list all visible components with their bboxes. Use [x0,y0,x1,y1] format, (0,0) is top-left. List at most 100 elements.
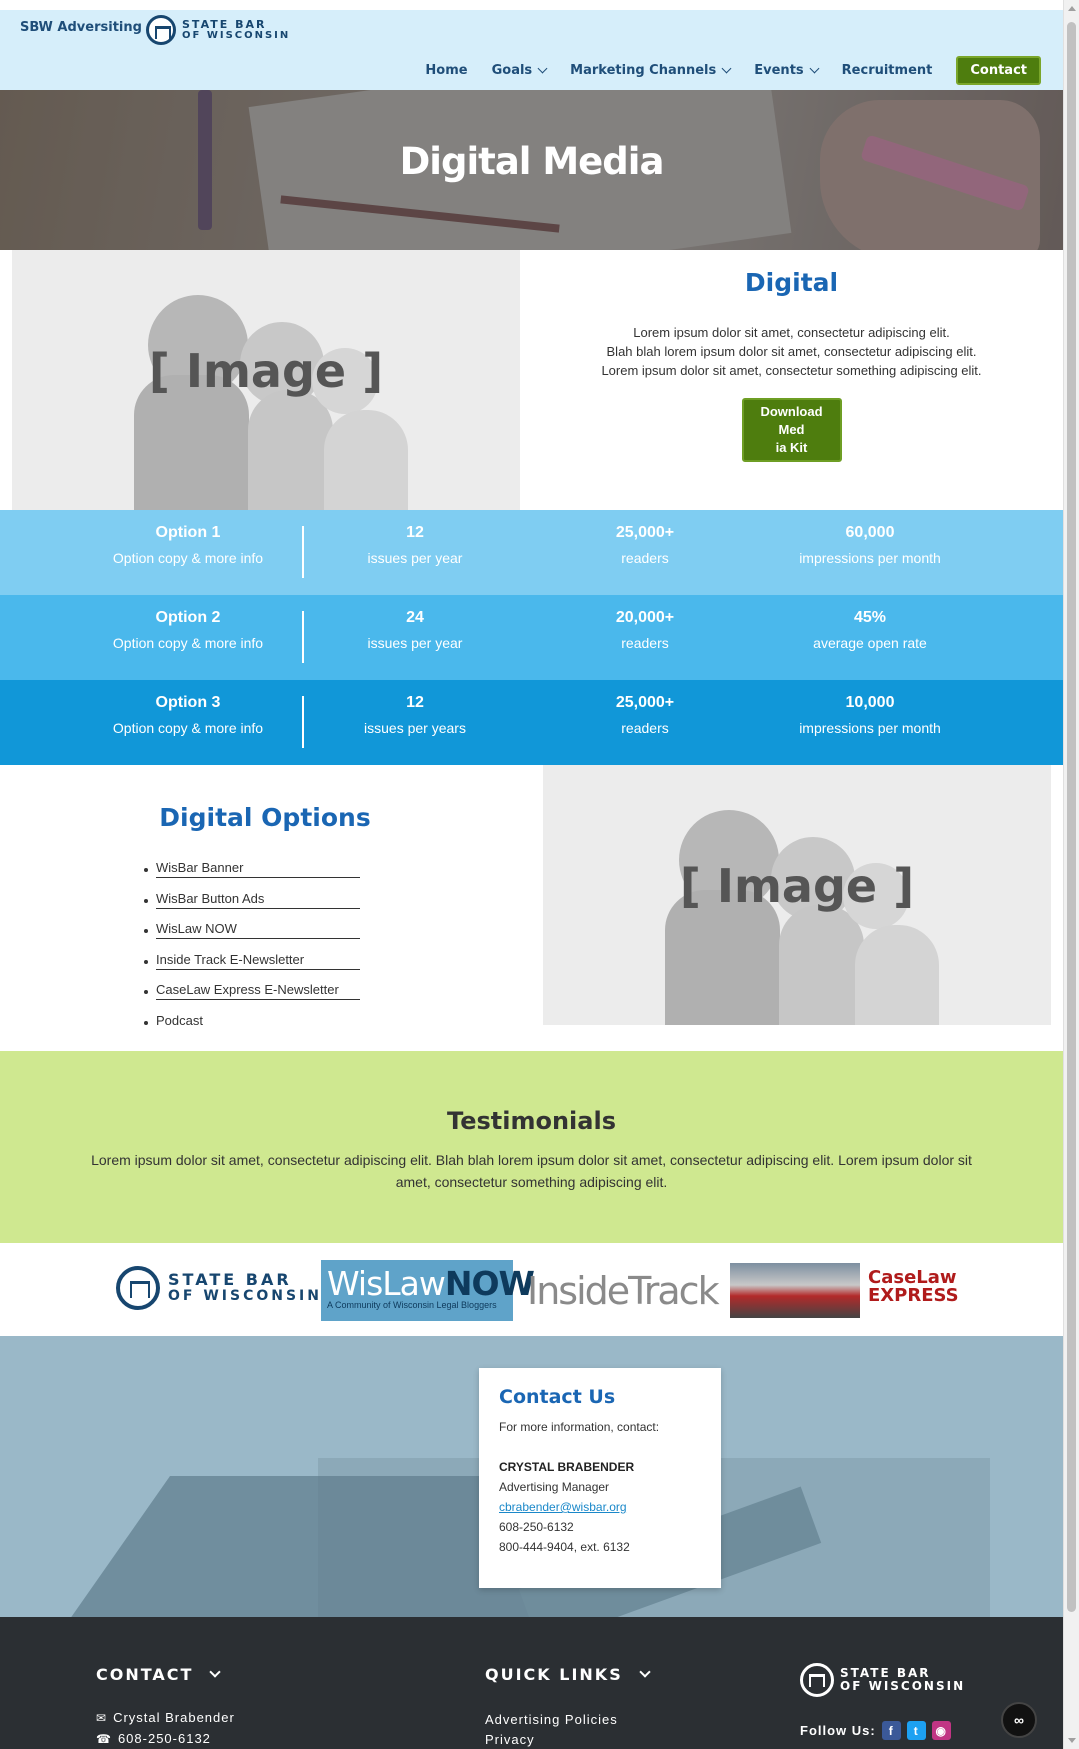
envelope-icon: ✉ [96,1710,108,1725]
wislaw-now-word: NOW [444,1264,535,1303]
stat-value: 25,000+ [615,524,675,541]
stat-value: 20,000+ [615,609,675,626]
stat-label: issues per years [364,720,466,736]
nav-marketing-channels[interactable]: Marketing Channels [570,63,732,78]
stat-value: 25,000+ [615,694,675,711]
stat-value: 10,000 [845,694,895,711]
nav-recruitment-label: Recruitment [841,63,933,78]
chevron-down-icon [639,1666,651,1678]
logo-text: STATE BAR OF WISCONSIN [182,19,290,41]
option-link-caselaw-express[interactable]: CaseLaw Express E-Newsletter [156,982,360,1000]
placeholder-figure [324,410,408,510]
nav-goals[interactable]: Goals [491,63,548,78]
scroll-up-arrow-icon[interactable] [1068,6,1076,11]
logo-caselaw-express[interactable]: CaseLaw EXPRESS [730,1263,959,1318]
stat-label: readers [621,635,669,651]
footer-link-advertising-policies[interactable]: Advertising Policies [485,1712,618,1727]
list-item: Podcast [144,1012,360,1044]
nav-events[interactable]: Events [754,63,820,78]
nav-recruitment[interactable]: Recruitment [842,63,933,78]
digital-section: Digital Lorem ipsum dolor sit amet, cons… [520,250,1063,510]
table-cell: 60,000 impressions per month [765,524,975,566]
brand-link[interactable]: SBW Adversiting [20,20,142,35]
page-title: Digital Media [399,140,665,183]
stat-label: readers [621,720,669,736]
download-button-label: ia Kit [775,440,808,455]
follow-us: Follow Us: f t ◉ [800,1721,951,1740]
download-button-label: Download Med [760,404,823,437]
option-description: Option copy & more info [112,550,264,566]
nav-home-label: Home [425,63,468,78]
testimonials-title: Testimonials [447,1107,616,1135]
stat-label: issues per year [367,550,463,566]
contact-section: Contact Us For more information, contact… [0,1336,1063,1617]
row-divider [302,611,304,663]
download-media-kit-button[interactable]: Download Med ia Kit [741,398,842,462]
scrollbar-thumb[interactable] [1067,22,1076,1612]
image-placeholder-digital: [ Image ] [12,250,520,510]
chat-widget-button[interactable]: ∞ [1001,1702,1037,1738]
stat-label: impressions per month [799,720,941,736]
table-cell: Option 3 Option copy & more info [88,694,288,736]
digital-options-list: WisBar Banner WisBar Button Ads WisLaw N… [144,860,360,1044]
nav-goals-label: Goals [491,63,533,78]
site-logo[interactable]: STATE BAR OF WISCONSIN [146,15,290,45]
footer-contact-toggle[interactable]: CONTACT [96,1665,222,1684]
list-item: WisBar Banner [144,860,360,891]
footer-link-privacy[interactable]: Privacy [485,1732,535,1747]
vertical-scrollbar[interactable] [1063,0,1079,1749]
table-cell: 10,000 impressions per month [765,694,975,736]
option-name: Option 2 [155,609,221,626]
list-item: WisBar Button Ads [144,891,360,922]
contact-card: Contact Us For more information, contact… [479,1368,721,1588]
top-strip [0,0,1063,10]
footer-quicklinks-title: QUICK LINKS [485,1665,623,1684]
table-cell: 25,000+ readers [565,694,725,736]
footer-contact-name-row: ✉ Crystal Brabender [96,1710,235,1725]
footer-contact-phone: 608-250-6132 [117,1731,211,1746]
twitter-icon[interactable]: t [906,1721,926,1740]
contact-email-link[interactable]: cbrabender@wisbar.org [499,1500,627,1514]
table-row: Option 2 Option copy & more info 24 issues … [0,595,1063,680]
footer-logo[interactable]: STATE BAR OF WISCONSIN [800,1663,965,1697]
nav-home[interactable]: Home [425,63,467,78]
scroll-down-arrow-icon[interactable] [1068,1738,1076,1743]
caselaw-wordmark: CaseLaw EXPRESS [868,1269,959,1305]
footer-contact-phone-row: ☎ 608-250-6132 [96,1731,211,1746]
testimonials-section: Testimonials Lorem ipsum dolor sit amet,… [0,1051,1063,1243]
chevron-down-icon [537,63,548,74]
option-link-wisbar-button-ads[interactable]: WisBar Button Ads [156,891,360,909]
table-row: Option 1 Option copy & more info 12 issues … [0,510,1063,595]
digital-copy: Lorem ipsum dolor sit amet, consectetur … [520,323,1063,380]
table-cell: 20,000+ readers [565,609,725,651]
site-footer: CONTACT ✉ Crystal Brabender ☎ 608-250-6132… [0,1617,1063,1749]
logo-line2: OF WISCONSIN [168,1288,322,1304]
seal-icon [116,1266,160,1310]
wislaw-word: WisLaw [327,1264,446,1303]
contact-email-row: cbrabender@wisbar.org [499,1500,701,1514]
option-link-inside-track[interactable]: Inside Track E-Newsletter [156,952,360,970]
option-podcast: Podcast [156,1012,203,1028]
train-image [730,1263,860,1318]
list-item: WisLaw NOW [144,921,360,952]
contact-intro: For more information, contact: [499,1420,660,1434]
chevron-down-icon [809,63,820,74]
stat-label: average open rate [813,635,927,651]
facebook-icon[interactable]: f [881,1721,901,1740]
stat-label: impressions per month [799,550,941,566]
chevron-down-icon [209,1666,222,1678]
logo-wislaw-now[interactable]: WisLawNOW A Community of Wisconsin Legal… [321,1260,535,1321]
logo-line2: OF WISCONSIN [840,1679,966,1693]
logo-state-bar[interactable]: STATE BAR OF WISCONSIN [116,1266,322,1310]
partner-logos: STATE BAR OF WISCONSIN WisLawNOW A Commu… [0,1243,1063,1336]
contact-phone-tollfree: 800-444-9404, ext. 6132 [499,1540,630,1554]
logo-insidetrack[interactable]: InsideTrack [527,1269,720,1313]
option-link-wislaw-now[interactable]: WisLaw NOW [156,921,360,939]
option-link-wisbar-banner[interactable]: WisBar Banner [156,860,360,878]
instagram-icon[interactable]: ◉ [931,1721,951,1740]
nav-contact-button[interactable]: Contact [956,56,1041,85]
digital-title: Digital [744,268,839,297]
contact-card-title: Contact Us [499,1386,616,1408]
footer-quicklinks-toggle[interactable]: QUICK LINKS [485,1665,651,1684]
table-cell: Option 2 Option copy & more info [88,609,288,651]
